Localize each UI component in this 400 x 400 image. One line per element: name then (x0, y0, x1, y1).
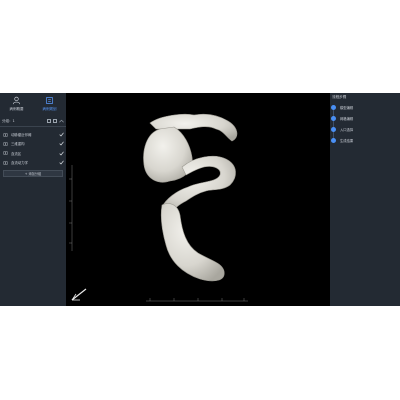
workflow-steps: 模型编辑 网格编辑 入口选择 生成结果 (330, 93, 400, 306)
top-nav: 病例概要 病例规划 (0, 93, 66, 115)
vessel-mesh[interactable] (143, 113, 238, 282)
layer-item[interactable]: 动脉瘤近邻阈 (0, 130, 66, 139)
nav-case-planning[interactable]: 病例规划 (33, 93, 66, 115)
step-item[interactable]: 模型编辑 (330, 104, 400, 110)
checkmark-icon[interactable] (59, 141, 64, 146)
copy-icon[interactable] (47, 119, 51, 123)
divider (0, 126, 66, 127)
left-panel: 病例概要 病例规划 分组：1 动脉瘤近邻阈 三维重构 血流区 血流动力学 + 添… (0, 93, 66, 306)
step-label: 入口选择 (340, 128, 354, 132)
layer-item[interactable]: 三维重构 (0, 139, 66, 148)
layer-label: 三维重构 (11, 142, 25, 147)
layer-item[interactable]: 血流区 (0, 149, 66, 158)
vessel-model-render[interactable] (66, 93, 330, 306)
step-item[interactable]: 入口选择 (330, 126, 400, 132)
right-panel: 流程步骤 模型编辑 网格编辑 入口选择 生成结果 (330, 93, 400, 306)
horizontal-ruler (146, 298, 248, 302)
step-dot-icon (331, 126, 336, 132)
eye-icon[interactable] (3, 151, 8, 155)
step-dot-icon (331, 137, 336, 143)
axis-orientation-icon (71, 288, 87, 301)
app-window: 病例概要 病例规划 分组：1 动脉瘤近邻阈 三维重构 血流区 血流动力学 + 添… (0, 93, 400, 306)
step-item[interactable]: 生成结果 (330, 137, 400, 143)
layer-label: 动脉瘤近邻阈 (11, 133, 32, 138)
vertical-ruler (69, 165, 73, 251)
eye-icon[interactable] (3, 160, 8, 165)
eye-icon[interactable] (3, 133, 8, 137)
checkmark-icon[interactable] (59, 132, 64, 137)
step-label: 模型编辑 (340, 106, 354, 110)
nav-case-summary[interactable]: 病例概要 (0, 93, 33, 115)
checkmark-icon[interactable] (59, 151, 64, 156)
add-group-button[interactable]: + 添加分组 (3, 170, 63, 177)
delete-icon[interactable] (53, 119, 57, 123)
step-label: 网格编辑 (340, 117, 354, 121)
eye-icon[interactable] (3, 142, 8, 146)
nav-label: 病例概要 (9, 107, 24, 111)
layer-toolbar: 分组：1 (2, 117, 64, 125)
group-label: 分组：1 (2, 118, 15, 123)
person-icon (12, 96, 21, 105)
layer-label: 血流动力学 (11, 161, 28, 166)
checkmark-icon[interactable] (59, 160, 64, 165)
cube-icon (45, 96, 54, 105)
step-item[interactable]: 网格编辑 (330, 115, 400, 121)
layer-item[interactable]: 血流动力学 (0, 158, 66, 167)
3d-viewport[interactable] (66, 93, 330, 306)
step-dot-icon (331, 115, 336, 121)
layer-label: 血流区 (11, 151, 22, 156)
step-dot-icon (331, 104, 336, 110)
layer-list: 动脉瘤近邻阈 三维重构 血流区 血流动力学 (0, 130, 66, 167)
nav-label: 病例规划 (42, 107, 57, 111)
step-label: 生成结果 (340, 139, 354, 143)
chevron-up-icon[interactable] (59, 119, 64, 123)
step-connector (333, 106, 334, 139)
